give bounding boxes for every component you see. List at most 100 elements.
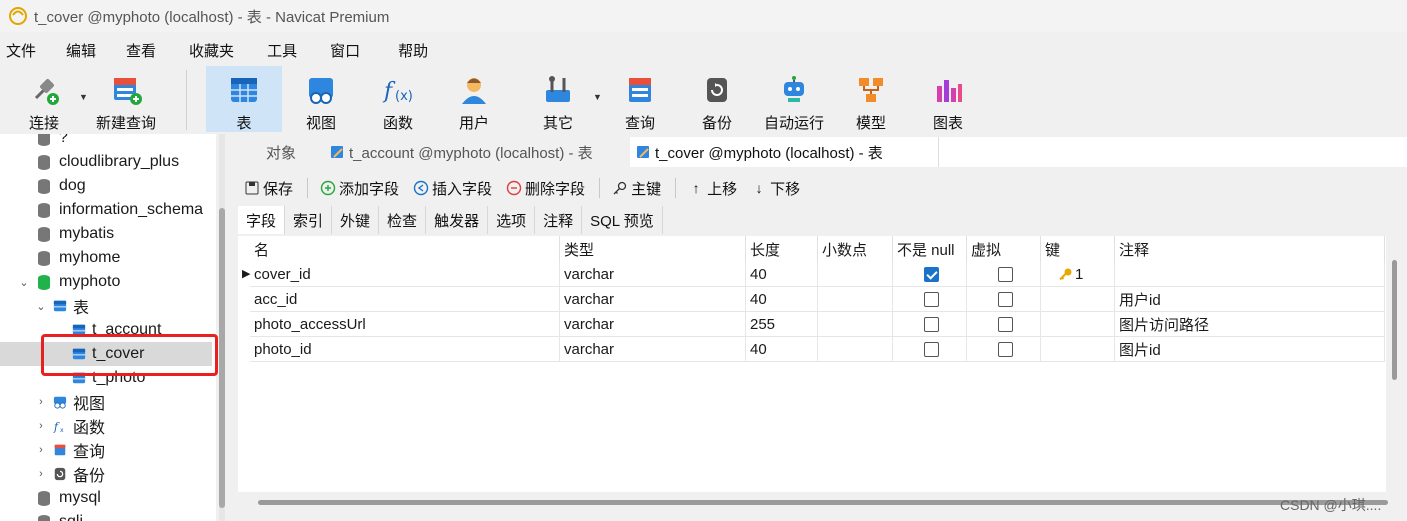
cell-comment[interactable]: 图片id [1115,337,1385,362]
cell-comment[interactable] [1115,262,1385,287]
cell-type[interactable]: varchar [560,312,746,337]
tab-t-cover[interactable]: t_cover @myphoto (localhost) - 表 [630,137,944,167]
cell-decimals[interactable] [818,337,893,362]
not-null-checkbox[interactable] [924,341,939,357]
function-button[interactable]: f (x) 函数 [360,66,436,132]
tree-item-sqli[interactable]: sqli [0,510,216,521]
new-query-button[interactable]: 新建查询 [88,66,164,132]
grid-vertical-scrollbar-thumb[interactable] [1392,260,1397,380]
cell-virtual[interactable] [967,312,1041,337]
tree-item-functions[interactable]: › fx 函数 [0,414,216,438]
virtual-checkbox[interactable] [998,341,1013,357]
cell-key[interactable] [1041,337,1115,362]
cell-decimals[interactable] [818,312,893,337]
cell-name[interactable]: cover_id [250,262,560,287]
cell-not-null[interactable] [893,287,967,312]
menu-file[interactable]: 文件 [6,40,36,61]
cell-length[interactable]: 255 [746,312,818,337]
cell-virtual[interactable] [967,287,1041,312]
chevron-down-icon[interactable]: ⌄ [34,300,48,313]
chevron-right-icon[interactable]: › [34,420,48,432]
backup-button[interactable]: 备份 [679,66,755,132]
menu-view[interactable]: 查看 [126,40,156,61]
tree-item-information-schema[interactable]: information_schema [0,198,216,222]
column-header-type[interactable]: 类型 [560,236,746,262]
cell-decimals[interactable] [818,287,893,312]
tree-item-queries[interactable]: › 查询 [0,438,216,462]
tree-item-unknown-db[interactable]: ? [0,134,216,150]
tab-foreign-keys[interactable]: 外键 [332,206,380,234]
cell-decimals[interactable] [818,262,893,287]
cell-not-null[interactable] [893,262,967,287]
sidebar-scrollbar-thumb[interactable] [219,208,225,508]
cell-key[interactable]: 1 [1041,262,1115,287]
menu-tools[interactable]: 工具 [267,40,297,61]
column-header-not-null[interactable]: 不是 null [893,236,967,262]
tab-indexes[interactable]: 索引 [285,206,333,234]
column-header-decimals[interactable]: 小数点 [818,236,893,262]
cell-not-null[interactable] [893,312,967,337]
tab-options[interactable]: 选项 [488,206,536,234]
tree-item-tables[interactable]: ⌄ 表 [0,294,216,318]
cell-comment[interactable]: 图片访问路径 [1115,312,1385,337]
cell-virtual[interactable] [967,337,1041,362]
save-button[interactable]: 保存 [244,178,293,199]
cell-key[interactable] [1041,312,1115,337]
column-header-key[interactable]: 键 [1041,236,1115,262]
tree-item-mybatis[interactable]: mybatis [0,222,216,246]
move-down-button[interactable]: ↓ 下移 [751,178,801,199]
tree-item-backups[interactable]: › 备份 [0,462,216,486]
chevron-right-icon[interactable]: › [34,444,48,456]
add-field-button[interactable]: 添加字段 [320,178,399,199]
virtual-checkbox[interactable] [998,316,1013,332]
column-header-comment[interactable]: 注释 [1115,236,1385,262]
menu-window[interactable]: 窗口 [330,40,360,61]
tab-objects[interactable]: 对象 [238,137,324,167]
move-up-button[interactable]: ↑ 上移 [688,178,738,199]
not-null-checkbox[interactable] [924,316,939,332]
cell-length[interactable]: 40 [746,337,818,362]
other-button[interactable]: 其它 [520,66,596,132]
chart-button[interactable]: 图表 [910,66,986,132]
tree-item-views[interactable]: › 视图 [0,390,216,414]
cell-not-null[interactable] [893,337,967,362]
user-button[interactable]: 用户 [436,66,512,132]
connect-button[interactable]: 连接 [6,66,82,132]
connect-dropdown-icon[interactable]: ▼ [79,92,88,102]
cell-key[interactable] [1041,287,1115,312]
virtual-checkbox[interactable] [998,291,1013,307]
cell-comment[interactable]: 用户id [1115,287,1385,312]
tree-item-mysql[interactable]: mysql [0,486,216,510]
cell-type[interactable]: varchar [560,337,746,362]
tree-item-myphoto[interactable]: ⌄ myphoto [0,270,216,294]
grid-horizontal-scrollbar[interactable] [258,500,1388,505]
tab-fields[interactable]: 字段 [238,206,286,234]
cell-name[interactable]: photo_accessUrl [250,312,560,337]
cell-length[interactable]: 40 [746,262,818,287]
model-button[interactable]: 模型 [833,66,909,132]
tab-sql-preview[interactable]: SQL 预览 [582,206,663,234]
chevron-right-icon[interactable]: › [34,468,48,480]
other-dropdown-icon[interactable]: ▼ [593,92,602,102]
menu-help[interactable]: 帮助 [398,40,428,61]
column-header-virtual[interactable]: 虚拟 [967,236,1041,262]
primary-key-button[interactable]: 主键 [612,178,661,199]
cell-name[interactable]: photo_id [250,337,560,362]
cell-type[interactable]: varchar [560,287,746,312]
tab-comment[interactable]: 注释 [535,206,583,234]
cell-length[interactable]: 40 [746,287,818,312]
chevron-down-icon[interactable]: ⌄ [17,276,31,289]
column-header-length[interactable]: 长度 [746,236,818,262]
automation-button[interactable]: 自动运行 [756,66,832,132]
tree-item-dog[interactable]: dog [0,174,216,198]
insert-field-button[interactable]: 插入字段 [413,178,492,199]
tree-item-cloudlibrary-plus[interactable]: cloudlibrary_plus [0,150,216,174]
tab-t-account[interactable]: t_account @myphoto (localhost) - 表 [326,137,630,167]
cell-type[interactable]: varchar [560,262,746,287]
table-button[interactable]: 表 [206,66,282,132]
virtual-checkbox[interactable] [998,266,1013,282]
menu-edit[interactable]: 编辑 [66,40,96,61]
query-button[interactable]: 查询 [602,66,678,132]
tree-item-myhome[interactable]: myhome [0,246,216,270]
not-null-checkbox[interactable] [924,291,939,307]
